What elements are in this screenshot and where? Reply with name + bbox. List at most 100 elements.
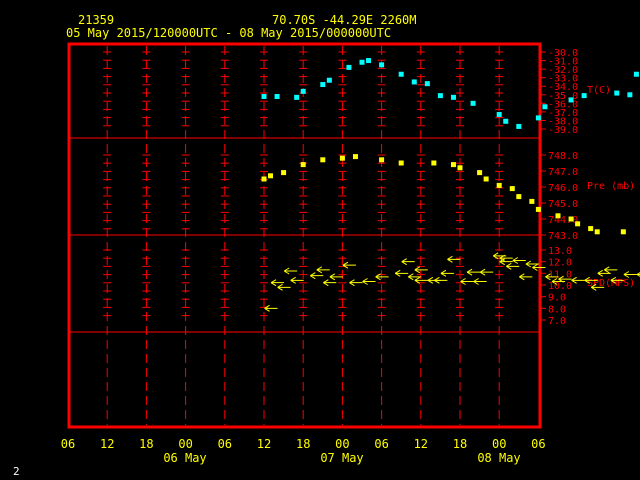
- temperature-point: [581, 93, 587, 99]
- pressure-point: [352, 154, 358, 160]
- temperature-point: [627, 92, 633, 98]
- temperature-point: [424, 81, 430, 87]
- pressure-point: [516, 194, 522, 200]
- wind-arrow: [466, 268, 481, 276]
- temperature-point: [614, 90, 620, 96]
- x-tick-label: 18: [296, 437, 310, 451]
- x-tick-label: 06: [531, 437, 545, 451]
- y-tick-label: 10.0: [548, 281, 572, 292]
- x-tick-label: 12: [100, 437, 114, 451]
- wind-arrow: [394, 269, 409, 277]
- y-tick-label: 743.0: [548, 231, 578, 242]
- x-tick-label: 06: [218, 437, 232, 451]
- y-tick-label: 12.0: [548, 258, 572, 269]
- wind-arrow: [604, 266, 618, 274]
- temperature-point: [411, 79, 417, 85]
- pressure-point: [450, 162, 456, 168]
- pressure-point: [509, 186, 515, 192]
- wind-arrow: [362, 278, 376, 285]
- pressure-point: [398, 160, 404, 166]
- page-number: 2: [13, 465, 20, 478]
- wind-arrow: [264, 304, 278, 312]
- wind-arrow: [434, 276, 448, 284]
- y-axis-label: T(C): [587, 85, 611, 96]
- y-axis-label: Pre (mb): [587, 181, 635, 192]
- temperature-point: [535, 115, 541, 121]
- pressure-point: [620, 229, 626, 235]
- plot-area: -30.0-31.0-32.0-33.0-34.0-35.0-36.0-37.0…: [61, 42, 640, 465]
- wind-arrow: [512, 257, 526, 264]
- y-tick-label: 13.0: [548, 246, 572, 257]
- x-tick-label: 00: [335, 437, 349, 451]
- x-tick-label: 12: [257, 437, 271, 451]
- temperature-point: [346, 64, 352, 70]
- wind-arrow: [525, 260, 539, 268]
- wind-arrow: [440, 269, 454, 277]
- x-tick-label: 12: [414, 437, 428, 451]
- x-tick-label: 06: [374, 437, 388, 451]
- pressure-point: [575, 221, 581, 227]
- x-tick-label: 18: [139, 437, 153, 451]
- temperature-point: [470, 100, 476, 106]
- temperature-point: [437, 93, 443, 99]
- y-tick-label: 7.0: [548, 316, 566, 327]
- x-date-label: 07 May: [320, 451, 363, 465]
- wind-arrow: [349, 279, 363, 287]
- x-date-label: 08 May: [477, 451, 520, 465]
- wind-arrow: [342, 261, 356, 269]
- pressure-point: [529, 198, 535, 204]
- temperature-point: [633, 71, 639, 77]
- pressure-point: [594, 229, 600, 235]
- station-location: 70.70S -44.29E 2260M: [272, 13, 417, 27]
- pressure-point: [568, 216, 574, 222]
- temperature-point: [568, 97, 574, 103]
- pressure-point: [477, 170, 483, 176]
- wind-arrow: [473, 278, 487, 285]
- temperature-point: [516, 123, 522, 129]
- wind-arrow: [283, 267, 298, 275]
- temperature-point: [366, 58, 372, 64]
- pressure-point: [555, 213, 561, 219]
- wind-arrow: [316, 266, 330, 274]
- temperature-point: [379, 62, 385, 68]
- temperature-point: [542, 104, 548, 110]
- wind-arrow: [401, 258, 415, 266]
- wind-arrow: [310, 272, 324, 280]
- y-tick-label: 8.0: [548, 304, 566, 315]
- wind-arrow: [460, 278, 474, 285]
- wind-arrow: [623, 271, 637, 278]
- y-tick-label: 9.0: [548, 293, 566, 304]
- station-id: 21359: [78, 13, 114, 27]
- y-tick-label: 746.0: [548, 183, 578, 194]
- pressure-point: [300, 162, 306, 168]
- temperature-point: [294, 94, 300, 100]
- temperature-point: [261, 93, 267, 99]
- pressure-point: [261, 176, 267, 182]
- x-tick-label: 00: [178, 437, 192, 451]
- pressure-point: [483, 176, 489, 182]
- temperature-point: [503, 118, 509, 124]
- temperature-point: [300, 88, 306, 94]
- wind-arrow: [277, 283, 291, 291]
- pressure-point: [457, 165, 463, 171]
- wind-arrow: [571, 276, 585, 284]
- wind-arrow: [597, 269, 611, 277]
- wind-arrow: [479, 268, 494, 276]
- pressure-point: [431, 160, 437, 166]
- wind-arrow: [447, 255, 461, 263]
- wind-arrow: [519, 273, 533, 281]
- pressure-point: [496, 182, 502, 188]
- synoptic-chart: 21359 70.70S -44.29E 2260M 05 May 2015/1…: [13, 13, 640, 478]
- pressure-point: [588, 226, 594, 232]
- temperature-point: [450, 94, 456, 100]
- x-tick-label: 00: [492, 437, 506, 451]
- temperature-point: [326, 77, 332, 83]
- x-tick-label: 18: [453, 437, 467, 451]
- pressure-point: [339, 155, 345, 161]
- wind-arrow: [323, 279, 337, 287]
- temperature-point: [496, 111, 502, 117]
- temperature-point: [359, 59, 365, 65]
- time-period: 05 May 2015/120000UTC - 08 May 2015/0000…: [66, 26, 391, 40]
- pressure-point: [320, 157, 326, 163]
- x-date-label: 06 May: [163, 451, 206, 465]
